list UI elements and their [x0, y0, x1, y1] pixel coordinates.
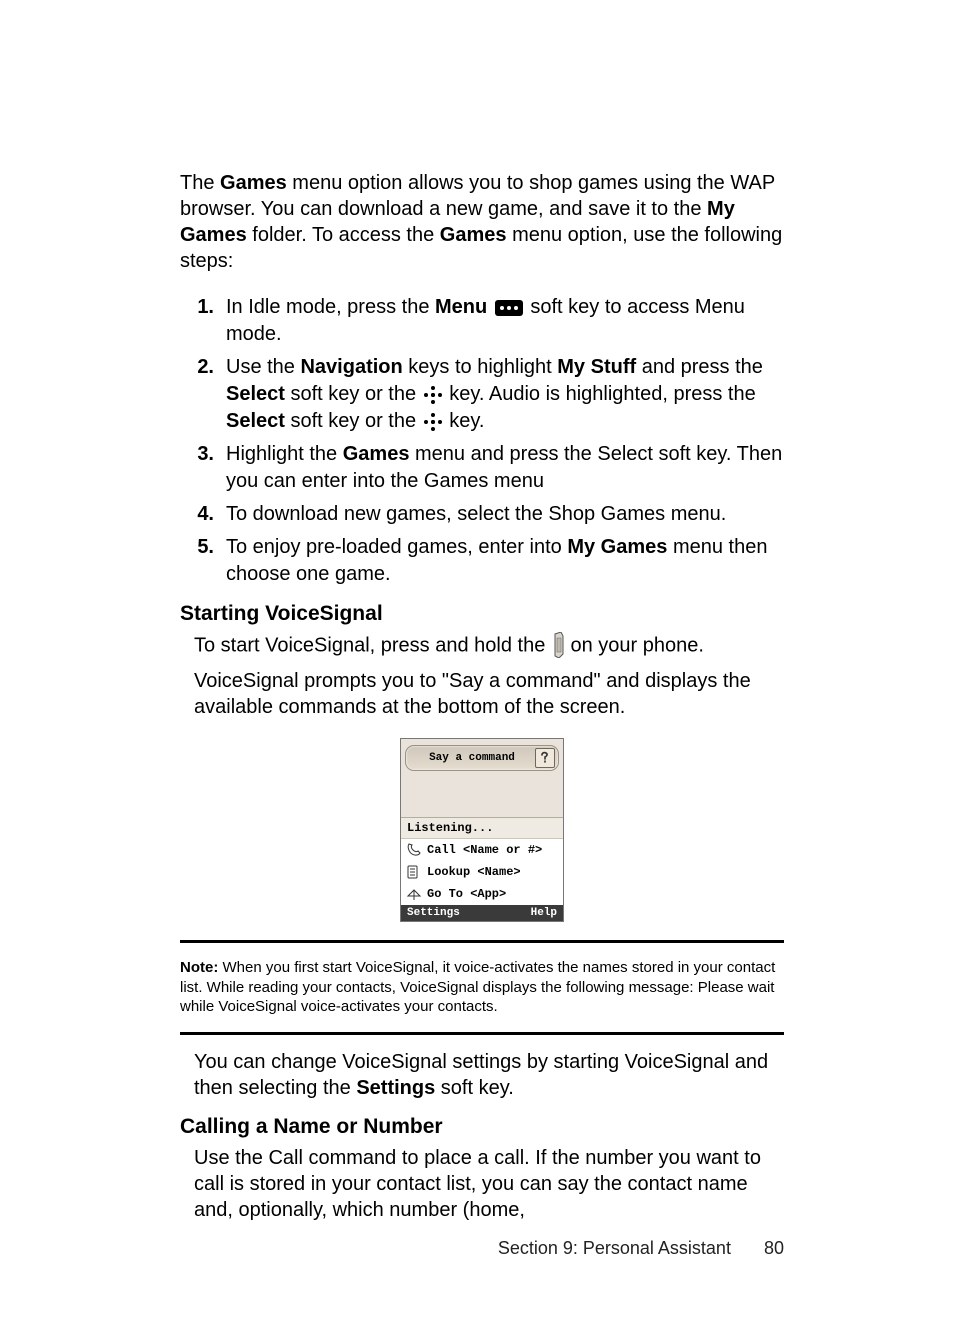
step-number: 4. — [180, 501, 224, 528]
step-4: 4. To download new games, select the Sho… — [180, 501, 784, 528]
settings-bold: Settings — [356, 1077, 435, 1099]
call-icon — [405, 841, 423, 859]
navigation-bold: Navigation — [300, 356, 402, 378]
phone-listening: Listening... — [401, 818, 563, 839]
step-1: 1. In Idle mode, press the Menu soft key… — [180, 294, 784, 348]
intro-games-bold: Games — [220, 172, 287, 194]
step-number: 2. — [180, 354, 224, 435]
step-text: keys to highlight — [403, 356, 558, 378]
post-text: soft key. — [435, 1077, 514, 1099]
footer-page-number: 80 — [764, 1238, 784, 1258]
note-divider-top — [180, 940, 784, 943]
phone-cmd-row: Lookup <Name> — [401, 861, 563, 883]
side-key-icon — [551, 632, 565, 660]
voicesignal-prompt-paragraph: VoiceSignal prompts you to "Say a comman… — [194, 668, 784, 720]
step-text: soft key or the — [285, 383, 422, 405]
step-3: 3. Highlight the Games menu and press th… — [180, 441, 784, 495]
games-bold: Games — [343, 443, 410, 465]
step-5: 5. To enjoy pre-loaded games, enter into… — [180, 534, 784, 588]
goto-icon — [405, 885, 423, 903]
intro-games-bold-2: Games — [440, 224, 507, 246]
mystuff-bold: My Stuff — [557, 356, 636, 378]
voicesignal-start-paragraph: To start VoiceSignal, press and hold the… — [194, 632, 784, 660]
vs-text: on your phone. — [570, 634, 703, 656]
step-text: Highlight the — [226, 443, 343, 465]
menu-key-icon — [495, 300, 523, 316]
note-paragraph: Note: When you first start VoiceSignal, … — [180, 958, 784, 1017]
step-text: Use the — [226, 356, 300, 378]
steps-list: 1. In Idle mode, press the Menu soft key… — [180, 294, 784, 588]
note-body: When you first start VoiceSignal, it voi… — [180, 959, 775, 1015]
calling-paragraph: Use the Call command to place a call. If… — [194, 1145, 784, 1223]
page-footer: Section 9: Personal Assistant 80 — [498, 1238, 784, 1259]
step-text: soft key or the — [285, 410, 422, 432]
note-divider-bottom — [180, 1032, 784, 1035]
lookup-icon — [405, 863, 423, 881]
phone-cmd-goto: Go To <App> — [427, 887, 506, 901]
phone-cmd-row: Call <Name or #> — [401, 839, 563, 861]
phone-cmd-row: Go To <App> — [401, 883, 563, 905]
step-text: key. Audio is highlighted, press the — [444, 383, 756, 405]
step-number: 1. — [180, 294, 224, 348]
footer-section: Section 9: Personal Assistant — [498, 1238, 731, 1258]
step-text: key. — [444, 410, 485, 432]
step-2: 2. Use the Navigation keys to highlight … — [180, 354, 784, 435]
nav-key-icon — [424, 386, 442, 404]
phone-softkey-right: Help — [531, 907, 557, 919]
phone-cmd-call: Call <Name or #> — [427, 843, 542, 857]
settings-paragraph: You can change VoiceSignal settings by s… — [194, 1049, 784, 1101]
note-label: Note: — [180, 959, 218, 976]
phone-softkey-left: Settings — [407, 907, 460, 919]
step-text: To download new games, select the Shop G… — [226, 503, 726, 525]
menu-bold: Menu — [435, 296, 487, 318]
select-bold-2: Select — [226, 410, 285, 432]
intro-text: The — [180, 172, 220, 194]
phone-cmd-lookup: Lookup <Name> — [427, 865, 521, 879]
step-text: To enjoy pre-loaded games, enter into — [226, 536, 567, 558]
step-number: 5. — [180, 534, 224, 588]
step-text: In Idle mode, press the — [226, 296, 435, 318]
phone-say-command: Say a command — [409, 752, 535, 764]
step-number: 3. — [180, 441, 224, 495]
nav-key-icon — [424, 413, 442, 431]
step-text: and press the — [636, 356, 763, 378]
calling-heading: Calling a Name or Number — [180, 1115, 784, 1139]
vs-text: To start VoiceSignal, press and hold the — [194, 634, 551, 656]
intro-text: folder. To access the — [247, 224, 440, 246]
voicesignal-heading: Starting VoiceSignal — [180, 602, 784, 626]
select-bold: Select — [226, 383, 285, 405]
mygames-bold: My Games — [567, 536, 667, 558]
phone-screenshot: Say a command Listening... Call <Name or… — [180, 738, 784, 922]
games-intro-paragraph: The Games menu option allows you to shop… — [180, 170, 784, 274]
help-icon — [535, 748, 555, 768]
